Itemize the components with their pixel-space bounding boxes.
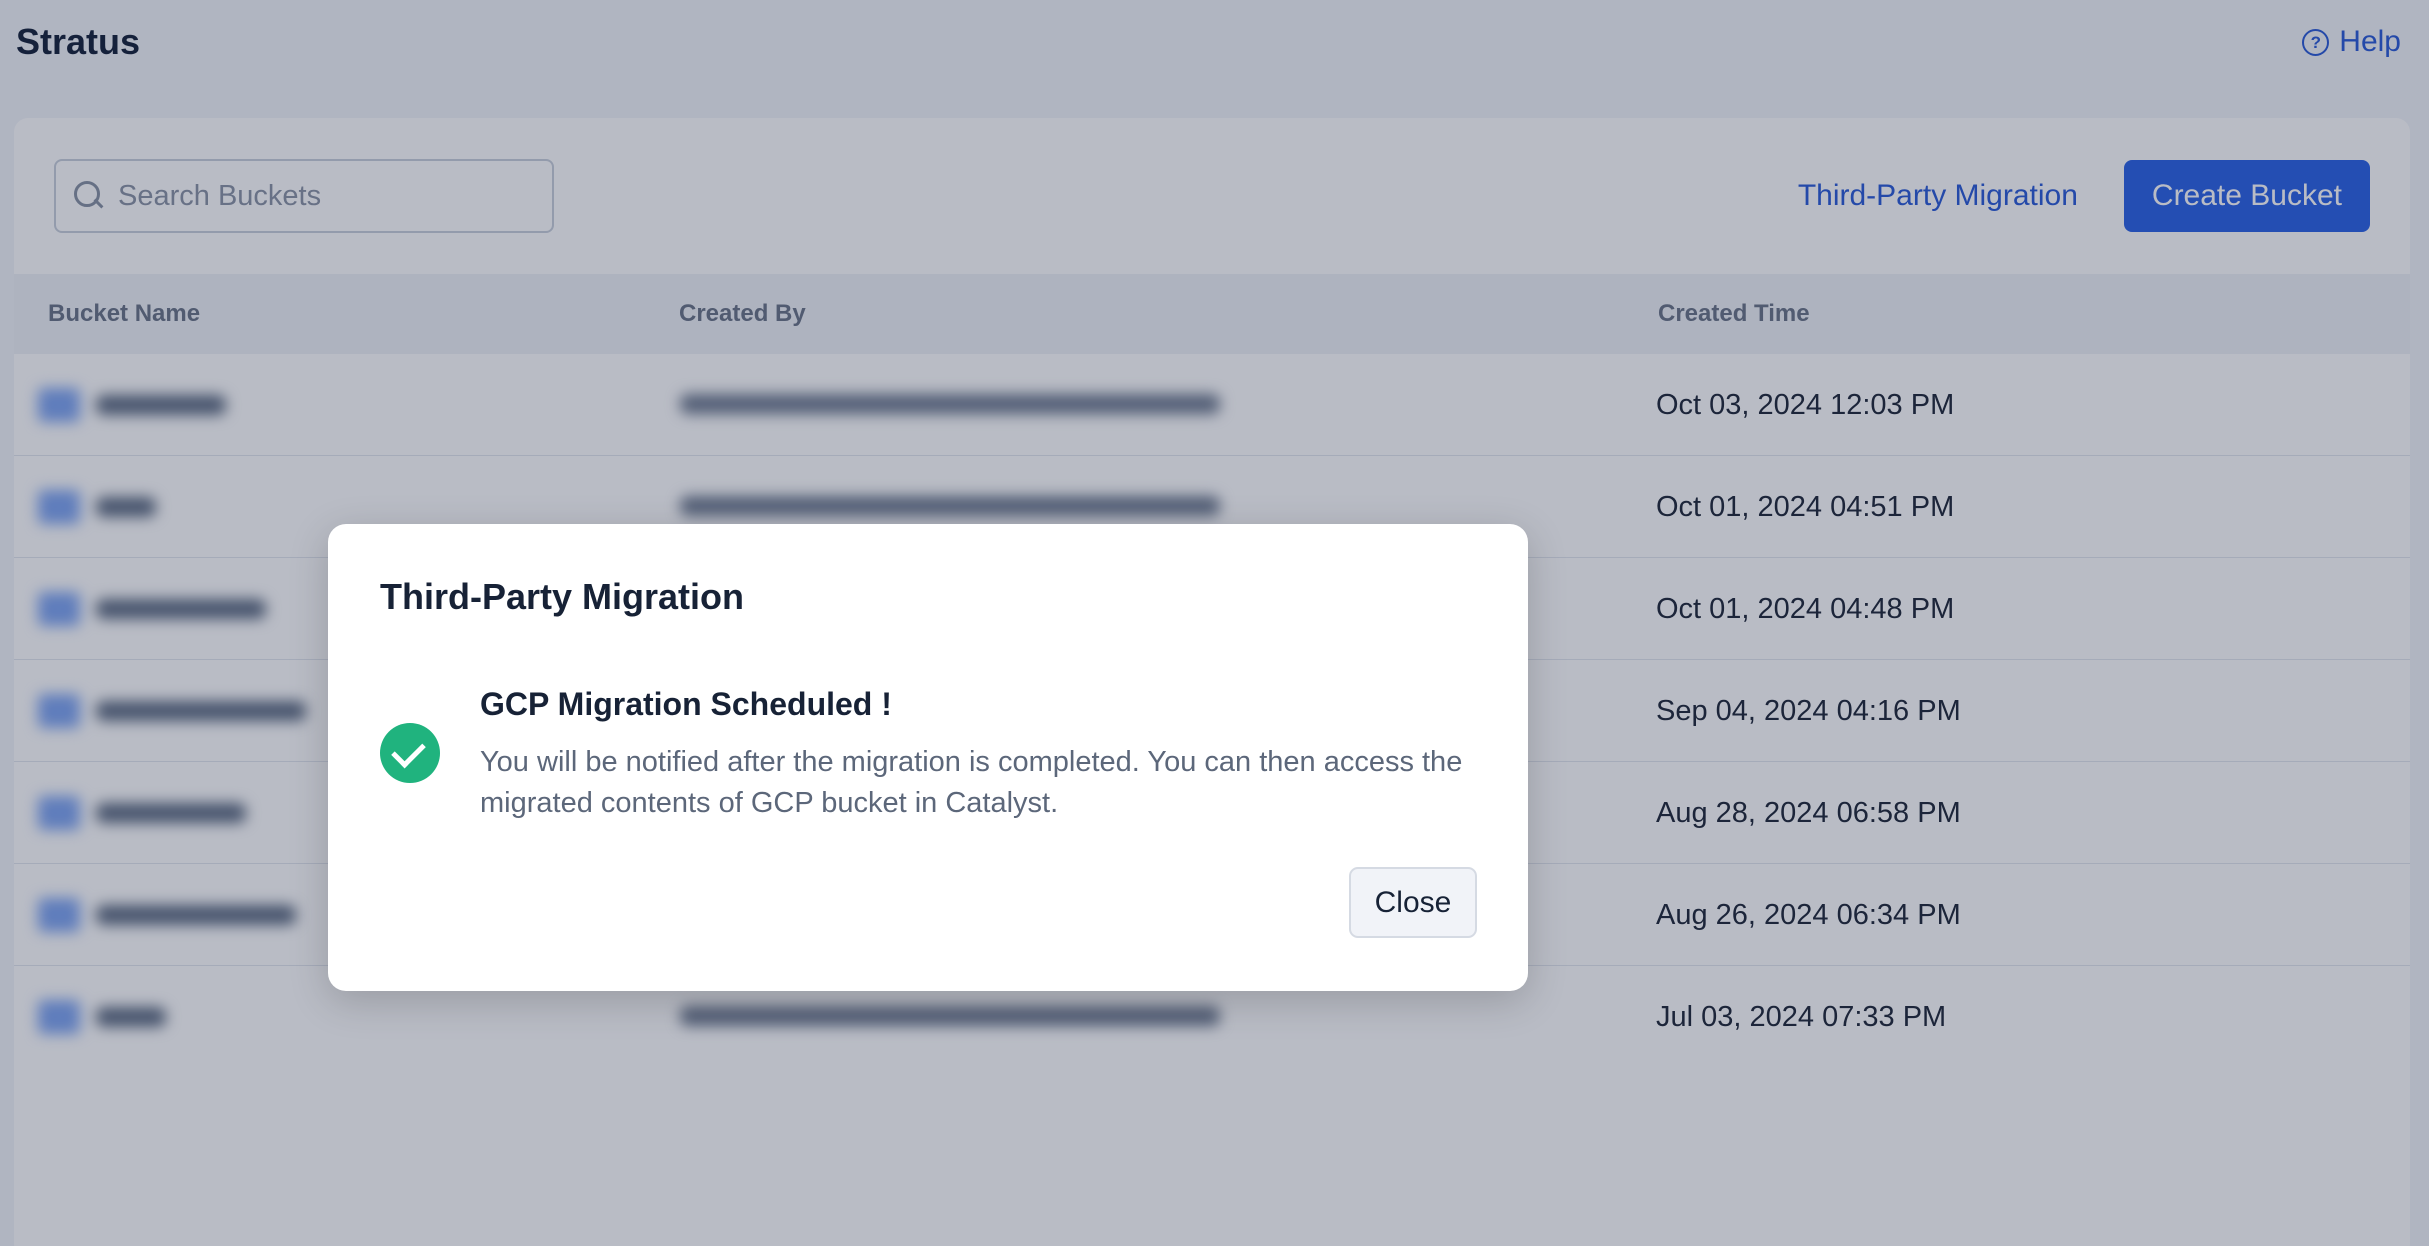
close-button[interactable]: Close (1349, 867, 1477, 938)
dialog-title: Third-Party Migration (380, 576, 745, 617)
success-heading: GCP Migration Scheduled ! (480, 686, 892, 722)
success-message: You will be notified after the migration… (480, 746, 1463, 819)
migration-dialog: Third-Party Migration GCP Migration Sche… (328, 524, 1528, 991)
app-root: Stratus ? Help Third-Party Migration Cre… (0, 0, 2429, 1246)
check-circle-icon (380, 723, 440, 783)
